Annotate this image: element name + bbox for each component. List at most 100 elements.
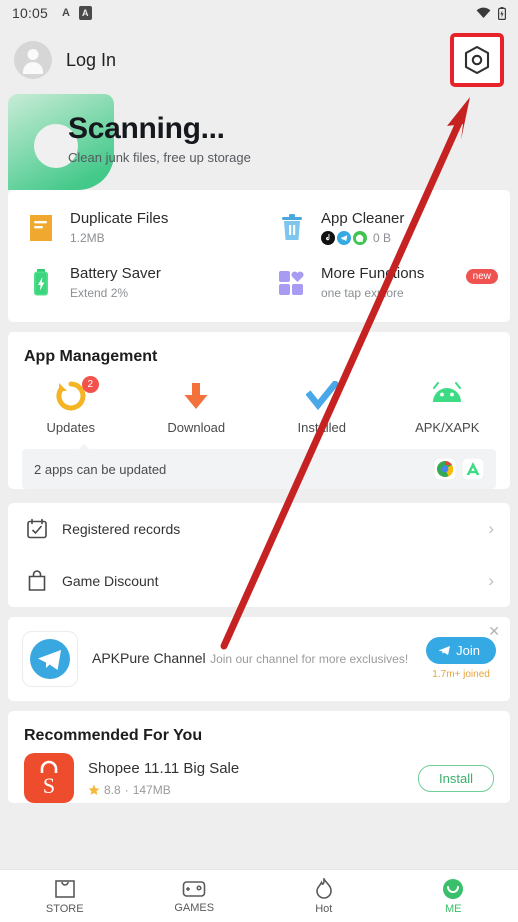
app-rating: 8.8 <box>104 782 121 797</box>
apkpure-channel-card: ✕ APKPure Channel Join our channel for m… <box>8 617 510 701</box>
app-name: Shopee 11.11 Big Sale <box>88 759 240 777</box>
channel-subtitle: Join our channel for more exclusives! <box>210 652 409 666</box>
chevron-right-icon: › <box>488 519 494 538</box>
row-label: Registered records <box>62 521 181 537</box>
tile-subtitle: Extend 2% <box>70 286 129 300</box>
app-text: Shopee 11.11 Big Sale 8.8 · 147MB <box>88 760 239 797</box>
tile-subtitle-text: 0 B <box>373 231 392 245</box>
tile-text: More Functions one tap explore <box>321 265 424 300</box>
install-button[interactable]: Install <box>418 764 494 792</box>
tile-battery-saver[interactable]: Battery Saver Extend 2% <box>8 255 259 310</box>
app-notification-icon: A <box>62 7 70 19</box>
tile-app-cleaner[interactable]: App Cleaner 0 B <box>259 200 510 255</box>
battery-icon <box>498 6 506 20</box>
tile-more-functions[interactable]: More Functions one tap explore new <box>259 255 510 310</box>
tile-subtitle: one tap explore <box>321 286 404 300</box>
flame-icon <box>315 877 332 899</box>
send-icon <box>438 645 451 655</box>
updates-badge: 2 <box>81 376 99 393</box>
trash-can-icon <box>275 213 309 243</box>
gamepad-icon <box>182 880 206 897</box>
tab-label: Download <box>167 420 226 435</box>
tile-duplicate-files[interactable]: Duplicate Files 1.2MB <box>8 200 259 255</box>
app-size: 147MB <box>132 782 171 797</box>
nav-label: Hot <box>315 902 333 915</box>
avatar[interactable] <box>14 41 52 79</box>
download-arrow-icon <box>181 378 211 414</box>
update-notice-text: 2 apps can be updated <box>34 461 167 477</box>
svg-text:S: S <box>43 773 55 798</box>
joined-count: 1.7m+ joined <box>432 668 490 680</box>
settings-highlight-box <box>450 33 504 87</box>
nav-item-me[interactable]: ME <box>389 870 518 922</box>
app-management-tabs: 2 Updates Download Installed APK/XAPK <box>8 370 510 441</box>
apkpure-icon <box>462 458 484 480</box>
shopping-bag-icon <box>24 570 50 592</box>
wifi-icon <box>476 7 491 18</box>
shopee-icon: S <box>24 753 74 803</box>
row-registered-records[interactable]: Registered records › <box>8 503 510 555</box>
tab-installed[interactable]: Installed <box>259 378 385 435</box>
app-management-card: App Management 2 Updates Download Instal… <box>8 332 510 489</box>
list-item[interactable]: S Shopee 11.11 Big Sale 8.8 · 147MB Inst… <box>8 749 510 803</box>
status-bar-system-icons <box>476 6 506 20</box>
tab-download[interactable]: Download <box>134 378 260 435</box>
nav-item-games[interactable]: GAMES <box>130 870 260 922</box>
app-notification-boxed-icon: A <box>79 6 92 20</box>
app-management-title: App Management <box>24 348 158 365</box>
refresh-circle-icon: 2 <box>55 376 99 414</box>
profile-header: Log In <box>0 26 518 94</box>
tile-text: Duplicate Files 1.2MB <box>70 210 168 245</box>
nav-label: STORE <box>45 902 84 915</box>
app-meta: 8.8 · 147MB <box>88 783 239 797</box>
store-bag-icon <box>54 879 75 898</box>
recommended-card: Recommended For You S Shopee 11.11 Big S… <box>8 711 510 803</box>
channel-text: APKPure Channel Join our channel for mor… <box>92 650 408 668</box>
tile-subtitle: 0 B <box>321 231 404 245</box>
channel-content: ✕ APKPure Channel Join our channel for m… <box>8 617 510 701</box>
app-root: 10:05 A A Log In Scanning... Clean junk … <box>0 0 518 922</box>
tile-text: Battery Saver Extend 2% <box>70 265 161 300</box>
nav-item-store[interactable]: STORE <box>0 870 130 922</box>
status-bar: 10:05 A A <box>0 0 518 26</box>
nav-item-hot[interactable]: Hot <box>259 870 389 922</box>
tile-title: More Functions <box>321 265 425 282</box>
tab-label: Installed <box>297 420 346 435</box>
updatable-app-icons <box>434 458 484 480</box>
chrome-icon <box>434 458 456 480</box>
gear-icon[interactable] <box>463 45 491 75</box>
tab-apk-xapk[interactable]: APK/XAPK <box>385 378 511 435</box>
feature-tiles-card: Duplicate Files 1.2MB App Cleaner 0 B Ba… <box>8 190 510 322</box>
menu-rows-card: Registered records › Game Discount › <box>8 503 510 607</box>
battery-bolt-icon <box>24 268 58 298</box>
tab-label: APK/XAPK <box>415 420 480 435</box>
settings-button-wrapper <box>450 33 504 87</box>
profile-circle-icon <box>443 878 464 899</box>
whatsapp-icon <box>353 231 367 245</box>
join-button-label: Join <box>456 642 480 658</box>
bottom-navigation: STORE GAMES Hot ME <box>0 869 518 922</box>
status-bar-time: 10:05 <box>12 5 49 21</box>
banner-text-block: Scanning... Clean junk files, free up st… <box>68 112 251 165</box>
chevron-right-icon: › <box>488 571 494 590</box>
scanning-banner[interactable]: Scanning... Clean junk files, free up st… <box>0 94 518 190</box>
calendar-check-icon <box>24 518 50 540</box>
tile-subtitle: 1.2MB <box>70 231 105 245</box>
recommended-title: Recommended For You <box>24 727 203 744</box>
row-game-discount[interactable]: Game Discount › <box>8 555 510 607</box>
tiktok-icon <box>321 231 335 245</box>
cleaner-app-icons <box>321 231 367 245</box>
tab-label: Updates <box>46 420 95 435</box>
android-robot-icon <box>430 378 464 414</box>
new-badge: new <box>465 269 498 284</box>
update-notice-bar[interactable]: 2 apps can be updated <box>22 444 496 489</box>
banner-subtitle: Clean junk files, free up storage <box>68 150 251 165</box>
close-icon[interactable]: ✕ <box>488 623 500 640</box>
join-button[interactable]: Join <box>426 636 496 664</box>
channel-title: APKPure Channel <box>92 650 206 666</box>
login-button[interactable]: Log In <box>66 50 116 71</box>
telegram-icon <box>337 231 351 245</box>
tab-updates[interactable]: 2 Updates <box>8 376 134 435</box>
row-label: Game Discount <box>62 573 159 589</box>
feature-tiles: Duplicate Files 1.2MB App Cleaner 0 B Ba… <box>8 190 510 322</box>
